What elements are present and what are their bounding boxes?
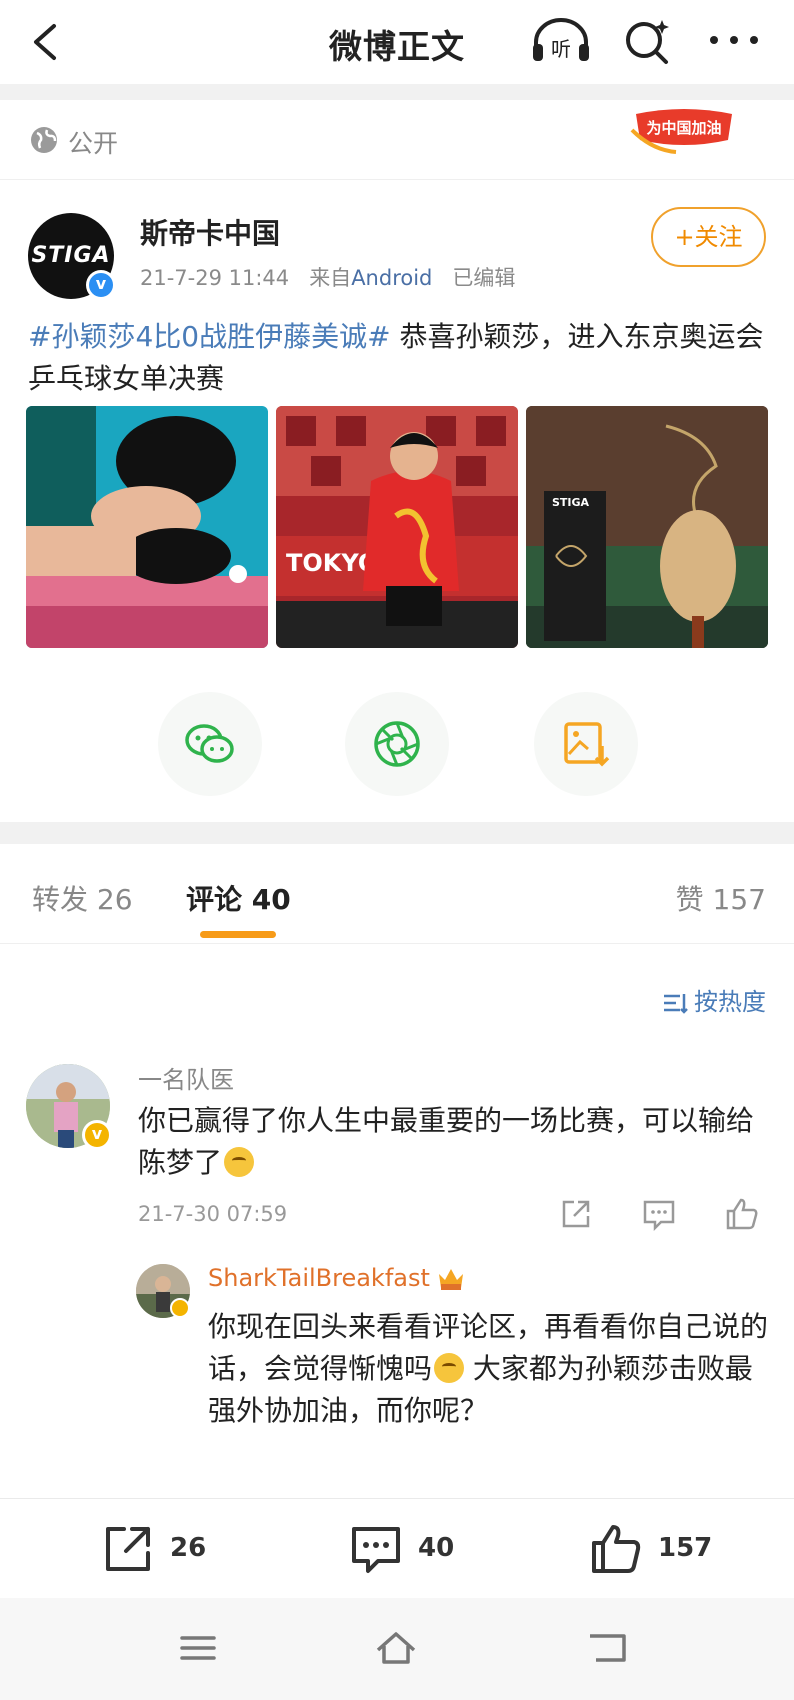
comment-reply-icon[interactable]	[641, 1196, 677, 1232]
commenter-name[interactable]: 一名队医	[138, 1060, 234, 1095]
comment-time: 21-7-30 07:59	[138, 1202, 288, 1226]
tab-comments[interactable]: 评论 40	[186, 878, 291, 918]
share-moments-button[interactable]	[345, 692, 449, 796]
tab-likes[interactable]: 赞 157	[676, 878, 766, 918]
embarrassed-emoji-icon	[434, 1353, 465, 1383]
comment-like-icon[interactable]	[724, 1196, 760, 1232]
share-wechat-button[interactable]	[158, 692, 262, 796]
comment-icon	[352, 1527, 400, 1573]
post-source: Android	[351, 266, 433, 290]
menu-icon[interactable]	[176, 1628, 220, 1668]
post-text: #孙颖莎4比0战胜伊藤美诚# 恭喜孙颖莎，进入东京奥运会乒乓球女单决赛	[28, 316, 768, 400]
sort-toggle[interactable]: 按热度	[662, 982, 766, 1017]
tab-reposts[interactable]: 转发 26	[32, 878, 133, 918]
section-divider	[0, 822, 794, 844]
reply-user-name[interactable]: SharkTailBreakfast	[208, 1264, 466, 1292]
bottom-action-bar: 26 40 157	[0, 1498, 794, 1598]
page-title: 微博正文	[329, 27, 465, 66]
section-divider	[0, 84, 794, 100]
verified-badge-icon: v	[86, 270, 116, 300]
interaction-tabs: 转发 26 评论 40 赞 157	[0, 844, 794, 944]
save-image-icon	[564, 722, 610, 767]
headphones-listen-icon[interactable]: 听	[530, 16, 592, 64]
repost-icon	[106, 1527, 150, 1571]
save-image-button[interactable]	[534, 692, 638, 796]
verified-badge-icon: v	[82, 1120, 112, 1150]
active-tab-indicator	[200, 931, 276, 938]
stiga-logo: STIGA	[31, 243, 111, 268]
home-icon[interactable]	[374, 1628, 418, 1668]
campaign-badge: 为中国加油	[630, 109, 732, 154]
source-prefix: 来自	[309, 266, 352, 290]
author-name[interactable]: 斯帝卡中国	[140, 212, 280, 252]
post-date: 21-7-29 11:44	[140, 266, 290, 290]
follow-button[interactable]: +关注	[651, 207, 766, 267]
listen-label: 听	[551, 37, 571, 61]
hashtag-link[interactable]: #孙颖莎4比0战胜伊藤美诚#	[28, 320, 391, 353]
search-icon[interactable]	[622, 16, 674, 66]
comment-button[interactable]: 40	[348, 1521, 488, 1577]
verified-badge-icon	[170, 1298, 190, 1318]
sort-label: 按热度	[694, 988, 766, 1016]
edited-label: 已编辑	[452, 266, 516, 290]
more-options-icon[interactable]	[706, 20, 762, 60]
like-count: 157	[658, 1533, 713, 1563]
visibility-label: 公开	[68, 129, 119, 158]
comment-count: 40	[418, 1533, 455, 1563]
reply-text: 你现在回头来看看评论区，再看看你自己说的话，会觉得惭愧吗 大家都为孙颖莎击败最强…	[208, 1310, 769, 1427]
svg-text:为中国加油: 为中国加油	[646, 119, 721, 137]
thumbs-up-icon	[592, 1525, 641, 1573]
globe-icon	[31, 127, 57, 153]
moments-icon	[374, 721, 420, 767]
sort-icon	[664, 994, 688, 1014]
thinking-emoji-icon	[224, 1147, 255, 1177]
system-nav-bar	[0, 1598, 794, 1700]
like-button[interactable]: 157	[588, 1521, 748, 1577]
post-image-3[interactable]: STIGA	[526, 406, 768, 648]
repost-count: 26	[170, 1533, 207, 1563]
member-crown-icon	[438, 1269, 463, 1290]
post-image-2[interactable]: TOKYO 20	[276, 406, 518, 648]
back-nav-icon[interactable]	[586, 1628, 630, 1668]
post-image-1[interactable]	[26, 406, 268, 648]
repost-button[interactable]: 26	[100, 1521, 240, 1577]
comment-text: 你已赢得了你人生中最重要的一场比赛，可以输给陈梦了	[138, 1104, 755, 1179]
comment-share-icon[interactable]	[558, 1196, 594, 1232]
wechat-icon	[185, 724, 234, 763]
top-bar: 微博正文 听	[0, 0, 794, 84]
post-meta: 21-7-29 11:44 来自Android 已编辑	[140, 262, 515, 292]
svg-text:STIGA: STIGA	[552, 496, 590, 509]
